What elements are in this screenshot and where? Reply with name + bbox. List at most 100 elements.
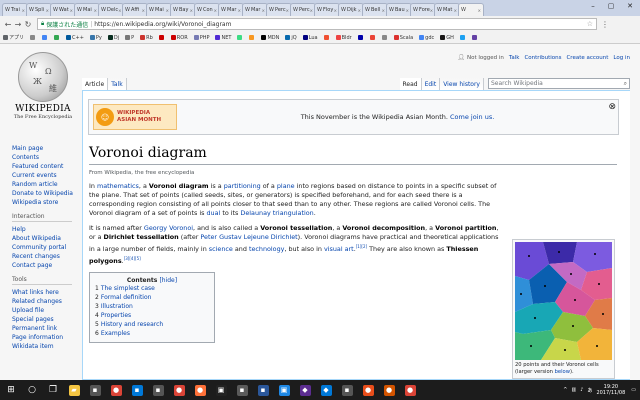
browser-tab[interactable]: W Dijk × (338, 3, 364, 16)
sidebar-interaction-link[interactable]: About Wikipedia (12, 234, 87, 243)
browser-tab[interactable]: W Floy × (314, 3, 340, 16)
bookmark-item[interactable]: アプリ (3, 34, 24, 41)
wikipedia-logo[interactable]: W Ω Ж 維 WIKIPEDIA The Free Encyclopedia (8, 52, 78, 120)
tab-close-icon[interactable]: × (238, 8, 241, 13)
sidebar-interaction-link[interactable]: Help (12, 225, 87, 234)
tab-read[interactable]: Read (399, 78, 422, 90)
browser-tab[interactable]: W Mar × (242, 3, 268, 16)
sidebar-tools-link[interactable]: Upload file (12, 306, 87, 315)
bookmark-item[interactable]: Bldr (335, 35, 352, 41)
bookmark-item[interactable]: MDN (261, 35, 279, 41)
bookmark-item[interactable]: P (125, 35, 134, 41)
toc-hide-toggle[interactable]: [hide] (159, 277, 177, 284)
bookmark-item[interactable]: C++ (66, 35, 84, 41)
bookmark-item[interactable]: PHP (193, 35, 209, 41)
minimize-icon[interactable]: – (584, 0, 602, 12)
sidebar-tools-link[interactable]: Page information (12, 333, 87, 342)
plane-link[interactable]: plane (277, 182, 295, 190)
browser-tab[interactable]: W Perc × (290, 3, 316, 16)
tab-edit[interactable]: Edit (421, 78, 441, 90)
bookmark-item[interactable]: Dj (107, 35, 119, 41)
chrome-icon[interactable]: ● (107, 381, 125, 399)
address-bar[interactable]: 🔒︎ 保護された通信 | https://en.wikipedia.org/wi… (37, 18, 597, 30)
bookmark-item[interactable]: Rb (140, 35, 153, 41)
bookmark-item[interactable] (42, 35, 48, 40)
below-link[interactable]: below (555, 369, 570, 375)
tab-close-icon[interactable]: × (286, 8, 289, 13)
app-icon-16[interactable]: ● (380, 381, 398, 399)
sidebar-interaction-header[interactable]: Interaction (12, 213, 72, 222)
firefox-icon[interactable]: ● (191, 381, 209, 399)
tab-close-icon[interactable]: × (454, 8, 457, 13)
forward-arrow-icon[interactable]: → (13, 20, 23, 29)
talk-link[interactable]: Talk (509, 55, 520, 61)
reload-icon[interactable]: ↻ (23, 20, 33, 29)
browser-menu-icon[interactable]: ⋮ (601, 20, 609, 29)
tab-close-icon[interactable]: × (430, 8, 433, 13)
maximize-icon[interactable]: ▢ (602, 0, 620, 12)
browser-tab[interactable]: W Fore × (410, 3, 436, 16)
bookmark-star-icon[interactable]: ☆ (587, 20, 593, 28)
bookmark-item[interactable]: jQ (285, 35, 297, 41)
citation-1-2[interactable]: [1][2] (356, 244, 367, 249)
close-window-icon[interactable]: ✕ (620, 0, 640, 12)
bookmark-item[interactable]: ROR (170, 35, 188, 41)
sidebar-tools-link[interactable]: What links here (12, 288, 87, 297)
browser-tab[interactable]: W Con × (194, 3, 220, 16)
toc-item[interactable]: 3 Illustration (95, 302, 209, 311)
app-icon-15[interactable]: ● (359, 381, 377, 399)
bookmark-item[interactable]: Lua (302, 35, 318, 41)
windows-start-icon[interactable]: ⊞ (2, 381, 20, 399)
sidebar-tools-link[interactable]: Permanent link (12, 324, 87, 333)
app-icon-2[interactable]: ▪ (86, 381, 104, 399)
search-icon-taskbar[interactable]: ○ (23, 381, 41, 399)
dual-link[interactable]: dual (206, 209, 220, 217)
browser-tab[interactable]: W Bau × (386, 3, 412, 16)
voronoi-person-link[interactable]: Georgy Voronoi (144, 224, 193, 232)
sidebar-nav-link[interactable]: Main page (12, 144, 87, 153)
bookmark-item[interactable] (158, 35, 165, 40)
toc-item[interactable]: 2 Formal definition (95, 293, 209, 302)
sidebar-nav-link[interactable]: Donate to Wikipedia (12, 189, 87, 198)
search-input[interactable]: Search Wikipedia ⌕ (488, 78, 630, 89)
bookmark-item[interactable] (323, 35, 330, 40)
toc-item[interactable]: 1 The simplest case (95, 284, 209, 293)
log-in-link[interactable]: Log in (613, 55, 630, 61)
browser-tab[interactable]: W Spli × (26, 3, 52, 16)
voronoi-diagram-image[interactable] (515, 242, 612, 360)
dirichlet-link[interactable]: Peter Gustav Lejeune Dirichlet (200, 233, 297, 241)
tab-close-icon[interactable]: × (358, 8, 361, 13)
app-icon-13[interactable]: ◆ (317, 381, 335, 399)
app-icon-5[interactable]: ▪ (149, 381, 167, 399)
sidebar-tools-header[interactable]: Tools (12, 276, 72, 285)
chrome-icon-2[interactable]: ● (170, 381, 188, 399)
browser-tab[interactable]: W × (458, 3, 484, 16)
science-link[interactable]: science (209, 245, 233, 253)
search-icon[interactable]: ⌕ (624, 80, 627, 88)
app-icon-4[interactable]: ▪ (128, 381, 146, 399)
tab-close-icon[interactable]: × (214, 8, 217, 13)
bookmark-item[interactable] (369, 35, 376, 40)
tab-close-icon[interactable]: × (166, 8, 169, 13)
delaunay-link[interactable]: Delaunay triangulation (240, 209, 313, 217)
tab-close-icon[interactable]: × (406, 8, 409, 13)
visual-art-link[interactable]: visual art (324, 245, 354, 253)
contributions-link[interactable]: Contributions (524, 55, 561, 61)
tab-close-icon[interactable]: × (382, 8, 385, 13)
tab-close-icon[interactable]: × (310, 8, 313, 13)
browser-tab[interactable]: W Mar × (218, 3, 244, 16)
tab-close-icon[interactable]: × (190, 8, 193, 13)
notifications-icon[interactable]: ▭ (631, 387, 636, 393)
browser-tab[interactable]: W Mai × (146, 3, 172, 16)
tab-close-icon[interactable]: × (262, 8, 265, 13)
tab-close-icon[interactable]: × (334, 8, 337, 13)
bookmark-item[interactable]: NET (215, 35, 231, 41)
browser-tab[interactable]: W Perc × (266, 3, 292, 16)
sidebar-nav-link[interactable]: Current events (12, 171, 87, 180)
browser-tab[interactable]: W Affi × (122, 3, 148, 16)
chrome-icon-3[interactable]: ● (401, 381, 419, 399)
sidebar-tools-link[interactable]: Special pages (12, 315, 87, 324)
task-view-icon[interactable]: ❐ (44, 381, 62, 399)
tab-close-icon[interactable]: × (70, 8, 73, 13)
create-account-link[interactable]: Create account (566, 55, 608, 61)
